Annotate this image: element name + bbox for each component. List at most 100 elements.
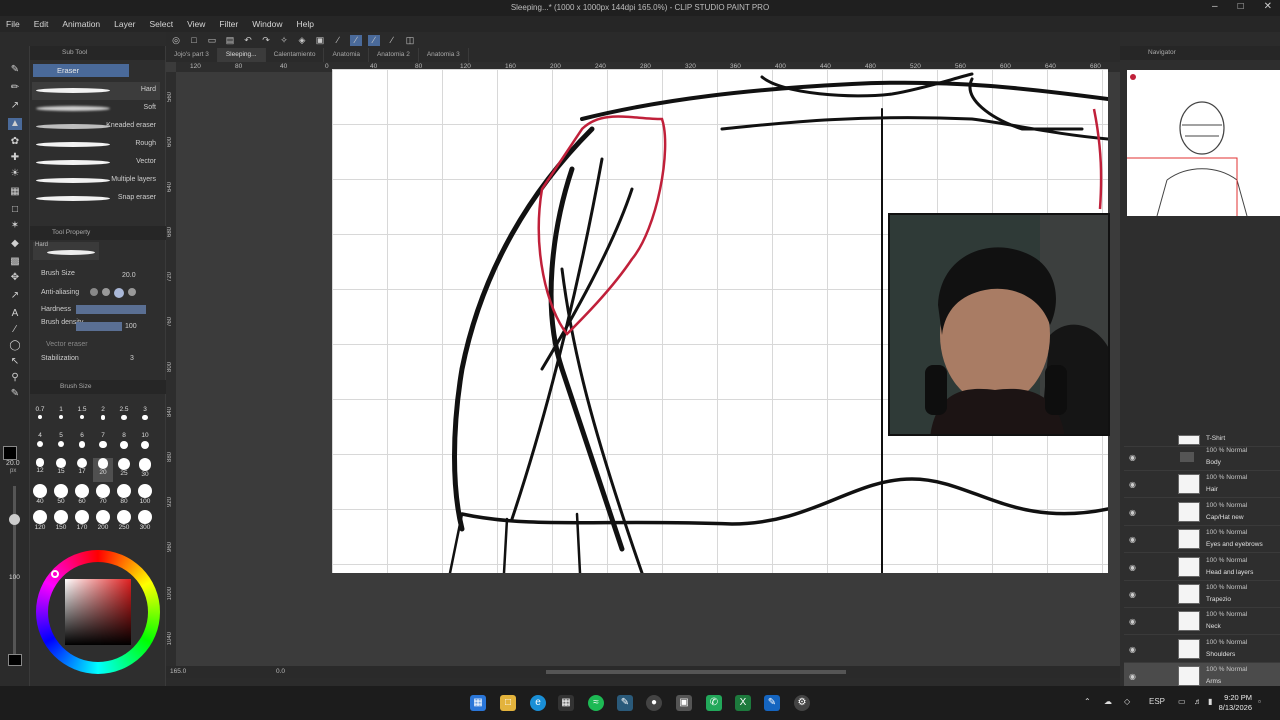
brush-size-option[interactable]: 100 bbox=[135, 484, 155, 508]
paint-icon[interactable]: ✎ bbox=[764, 695, 780, 711]
crop-icon[interactable]: ▣ bbox=[314, 35, 326, 46]
menu-help[interactable]: Help bbox=[296, 19, 313, 29]
menu-layer[interactable]: Layer bbox=[114, 19, 135, 29]
tab-anatomia[interactable]: Anatomia bbox=[324, 48, 369, 62]
brush-size-option[interactable]: 6 bbox=[72, 432, 92, 456]
brush-size-option[interactable]: 4 bbox=[30, 432, 50, 456]
text-tool-icon[interactable]: A bbox=[8, 308, 22, 320]
brush-size-option[interactable]: 2 bbox=[93, 406, 113, 430]
volume-icon[interactable]: ♬ bbox=[1194, 697, 1202, 706]
eye-icon[interactable]: ◉ bbox=[1129, 617, 1136, 626]
eyedropper-tool-icon[interactable]: ✶ bbox=[8, 220, 22, 232]
brush-size-option[interactable]: 12 bbox=[30, 458, 50, 482]
layer-row[interactable]: ◉ 100 % Normal Shoulders bbox=[1124, 636, 1280, 663]
whatsapp-icon[interactable]: ✆ bbox=[706, 695, 722, 711]
layer-row[interactable]: ◉ 100 % Normal Trapezio bbox=[1124, 581, 1280, 608]
size-slider-handle[interactable] bbox=[9, 514, 20, 525]
obs-icon[interactable]: ● bbox=[646, 695, 662, 711]
brush-size-option[interactable]: 200 bbox=[93, 510, 113, 534]
companion-icon[interactable]: ◫ bbox=[404, 35, 416, 46]
language-indicator[interactable]: ESP bbox=[1149, 697, 1165, 706]
layer-row[interactable]: ◉ 100 % Normal Body bbox=[1124, 444, 1280, 471]
decoration-tool-icon[interactable]: ✿ bbox=[8, 136, 22, 148]
move-tool-icon[interactable]: ✥ bbox=[8, 272, 22, 284]
brush-size-option[interactable]: 120 bbox=[30, 510, 50, 534]
brush-size-option[interactable]: 15 bbox=[51, 458, 71, 482]
eye-icon[interactable]: ◉ bbox=[1129, 563, 1136, 572]
operation-tool-icon[interactable]: ↗ bbox=[8, 290, 22, 302]
brush-size-option[interactable]: 60 bbox=[72, 484, 92, 508]
brush-size-option[interactable]: 0.7 bbox=[30, 406, 50, 430]
brush-size-option[interactable]: 70 bbox=[93, 484, 113, 508]
hue-handle[interactable] bbox=[51, 570, 59, 578]
clip-studio-taskbar-icon[interactable]: ✎ bbox=[617, 695, 633, 711]
brush-size-option[interactable]: 170 bbox=[72, 510, 92, 534]
ruler-toggle-icon[interactable]: ∕ bbox=[386, 35, 398, 46]
snap-ruler-icon[interactable]: ∕ bbox=[332, 35, 344, 46]
spotify-icon[interactable]: ≈ bbox=[588, 695, 604, 711]
minimize-icon[interactable]: – bbox=[1212, 1, 1218, 12]
ruler-tool-icon[interactable]: ∕ bbox=[8, 324, 22, 336]
aa-weak-icon[interactable] bbox=[102, 288, 110, 296]
maximize-icon[interactable]: □ bbox=[1238, 1, 1244, 12]
brush-size-option[interactable]: 25 bbox=[114, 458, 134, 482]
edge-icon[interactable]: e bbox=[530, 695, 546, 711]
blend-tool-icon[interactable]: ✚ bbox=[8, 152, 22, 164]
eye-icon[interactable]: ◉ bbox=[1129, 535, 1136, 544]
clock[interactable]: 9:20 PM 8/13/2026 bbox=[1219, 693, 1252, 713]
current-color-swatch[interactable] bbox=[8, 654, 22, 666]
menu-filter[interactable]: Filter bbox=[219, 19, 238, 29]
vector-eraser-label[interactable]: Vector eraser bbox=[46, 341, 88, 348]
aa-strong-icon[interactable] bbox=[128, 288, 136, 296]
color-saturation-square[interactable] bbox=[65, 579, 131, 645]
brush-tool-icon[interactable]: ↗ bbox=[8, 100, 22, 112]
airbrush-tool-icon[interactable]: ☀ bbox=[8, 168, 22, 180]
pencil-tool-icon[interactable]: ✏ bbox=[8, 82, 22, 94]
eye-icon[interactable]: ◉ bbox=[1129, 590, 1136, 599]
app-icon[interactable]: ▣ bbox=[676, 695, 692, 711]
menu-animation[interactable]: Animation bbox=[62, 19, 100, 29]
brush-size-option[interactable]: 20 bbox=[93, 458, 113, 482]
brush-size-option[interactable]: 30 bbox=[135, 458, 155, 482]
aa-medium-icon[interactable] bbox=[114, 288, 124, 298]
select-tool-icon[interactable]: ↖ bbox=[8, 356, 22, 368]
brush-size-option[interactable]: 8 bbox=[114, 432, 134, 456]
eye-icon[interactable]: ◉ bbox=[1129, 480, 1136, 489]
main-color-swatch[interactable] bbox=[3, 446, 17, 460]
menu-file[interactable]: File bbox=[6, 19, 20, 29]
brush-size-option[interactable]: 10 bbox=[135, 432, 155, 456]
eraser-group-tab[interactable]: Eraser bbox=[33, 64, 129, 77]
brush-size-option[interactable]: 40 bbox=[30, 484, 50, 508]
menu-window[interactable]: Window bbox=[252, 19, 282, 29]
hardness-slider[interactable] bbox=[76, 305, 146, 314]
open-icon[interactable]: ▭ bbox=[206, 35, 218, 46]
brush-size-option[interactable]: 5 bbox=[51, 432, 71, 456]
notifications-icon[interactable]: ▫ bbox=[1258, 697, 1261, 706]
navigator-thumbnail[interactable] bbox=[1127, 70, 1280, 216]
brush-size-option[interactable]: 250 bbox=[114, 510, 134, 534]
menu-edit[interactable]: Edit bbox=[34, 19, 49, 29]
tab-sleeping[interactable]: Sleeping... bbox=[217, 48, 266, 62]
chevron-up-icon[interactable]: ⌃ bbox=[1084, 697, 1091, 706]
excel-icon[interactable]: X bbox=[735, 695, 751, 711]
brush-size-value[interactable]: 20.0 bbox=[122, 272, 136, 279]
pen-tool-icon[interactable]: ✎ bbox=[8, 64, 22, 76]
brush-size-option[interactable]: 2.5 bbox=[114, 406, 134, 430]
fill-tool-icon[interactable]: ◆ bbox=[8, 238, 22, 250]
brush-vector[interactable]: Vector bbox=[32, 154, 160, 172]
brush-soft[interactable]: Soft bbox=[32, 100, 160, 118]
layer-row[interactable]: ◉ 100 % Normal Hair bbox=[1124, 471, 1280, 499]
eye-icon[interactable]: ◉ bbox=[1129, 672, 1136, 681]
tab-jojos-part-3[interactable]: Jojo's part 3 bbox=[166, 48, 218, 62]
brush-size-option[interactable]: 300 bbox=[135, 510, 155, 534]
settings-icon[interactable]: ⚙ bbox=[794, 695, 810, 711]
auto-select-icon[interactable]: ✎ bbox=[8, 388, 22, 400]
brush-snap-eraser[interactable]: Snap eraser bbox=[32, 190, 160, 208]
brush-size-option[interactable]: 1 bbox=[51, 406, 71, 430]
battery-icon[interactable]: ▮ bbox=[1208, 697, 1212, 706]
menu-view[interactable]: View bbox=[187, 19, 205, 29]
tab-calentamiento[interactable]: Calentamiento bbox=[266, 48, 325, 62]
start-icon[interactable]: ▦ bbox=[470, 695, 486, 711]
new-file-icon[interactable]: □ bbox=[188, 35, 200, 46]
brush-size-option[interactable]: 17 bbox=[72, 458, 92, 482]
